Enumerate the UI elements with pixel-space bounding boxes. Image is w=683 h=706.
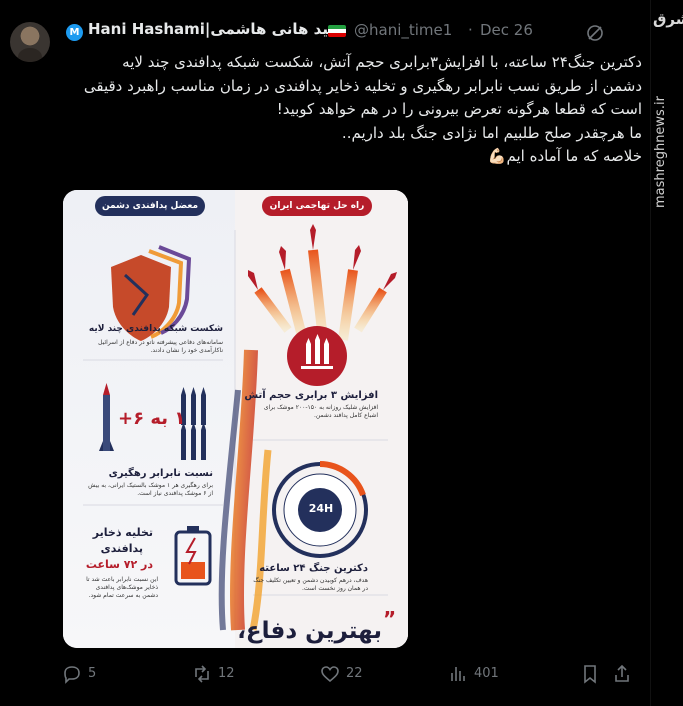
share-icon (615, 664, 629, 682)
s5-title-c: در ۷۲ ساعت (85, 558, 153, 571)
views-count: 401 (474, 666, 499, 681)
s3-ratio: ۱ به ۶+ (118, 408, 186, 429)
s1-sub: سامانه‌های دفاعی پیشرفته ناتو در دفاع از… (98, 339, 223, 354)
bookmark-button[interactable] (580, 664, 600, 686)
tweet-line: دکترین جنگ۲۴ ساعته، با افزایش۳برابری حجم… (122, 53, 642, 71)
clock-label: 24H (308, 502, 334, 515)
separator-dot: · (468, 21, 473, 39)
s4-sub: هدف، درهم کوبیدن دشمن و تعیین تکلیف جنگ … (253, 577, 368, 592)
s1-title: شکست شبکه پدافندی چند لایه (88, 324, 223, 334)
s3-title: نسبت نابرابر رهگیری (108, 468, 213, 479)
reply-icon (64, 666, 80, 684)
svg-text:”: ” (383, 607, 396, 631)
s5-sub: این نسبت نابرابر باعث شد تا ذخایر موشک‌ه… (86, 576, 158, 599)
s5-title-b: پدافندی (100, 542, 143, 555)
verified-badge: M (66, 24, 83, 41)
s5-title-a: تخلیه ذخایر (92, 526, 153, 539)
watermark-strip: مشرق mashreghnews.ir (650, 0, 683, 706)
action-bar: 5 12 22 401 (60, 660, 640, 690)
tweet-line: است که قطعا هرگونه تعرض بیرونی را در هم … (276, 100, 642, 118)
author-name[interactable]: Hani Hashami|سید هانی هاشمی (88, 20, 343, 38)
like-count: 22 (346, 666, 363, 681)
grok-icon[interactable] (585, 23, 605, 43)
tweet-image[interactable]: ” راه حل تهاجمی ایران معضل پدافندی دشمن … (63, 190, 408, 648)
reply-count: 5 (88, 666, 97, 681)
views-icon (451, 667, 465, 681)
bookmark-icon (584, 665, 596, 684)
retweet-count: 12 (218, 666, 235, 681)
footer-headline: بهترین دفاع، (237, 618, 382, 644)
avatar[interactable] (10, 22, 50, 62)
s2-title: افزایش ۳ برابری حجم آتش (244, 390, 378, 401)
tweet-date[interactable]: Dec 26 (480, 21, 533, 39)
s3-sub: برای رهگیری هر ۱ موشک بالستیک ایرانی، به… (88, 482, 213, 497)
retweet-icon (195, 665, 209, 683)
heart-icon (321, 666, 339, 683)
tweet-text: دکترین جنگ۲۴ ساعته، با افزایش۳برابری حجم… (60, 51, 642, 169)
s2-sub: افزایش شلیک روزانه به ۱۵۰-۲۰۰ موشک برای … (263, 404, 378, 419)
s4-title: دکترین جنگ ۲۴ ساعته (259, 563, 368, 574)
pill-defense-problem: معضل پدافندی دشمن (95, 196, 205, 216)
share-button[interactable] (612, 664, 632, 686)
mashregh-logo: مشرق (653, 10, 683, 28)
tweet-article[interactable]: M Hani Hashami|سید هانی هاشمی @hani_time… (0, 0, 650, 706)
tweet-line: ما هرچقدر صلح طلبیم اما نژادی جنگ بلد دا… (341, 123, 642, 142)
pill-offensive-solution: راه حل تهاجمی ایران (262, 196, 372, 216)
mashregh-url: mashreghnews.ir (653, 96, 668, 208)
author-handle[interactable]: @hani_time1 (354, 21, 452, 39)
iran-flag-icon (328, 25, 346, 37)
tweet-line: دشمن از طریق نسب نابرابر رهگیری و تخلیه … (83, 76, 642, 95)
tweet-line: خلاصه که ما آماده ایم💪🏻 (487, 147, 642, 165)
